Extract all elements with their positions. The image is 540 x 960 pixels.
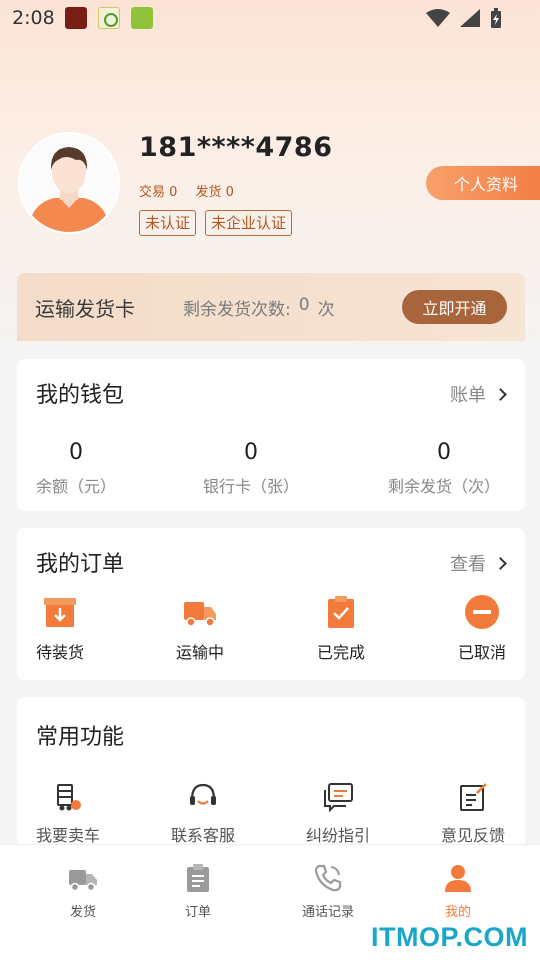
order-cancelled[interactable]: 已取消	[442, 594, 522, 663]
unverified-badge[interactable]: 未认证	[139, 210, 197, 236]
order-pending-load-label: 待装货	[35, 643, 84, 662]
notification-app-icon	[130, 7, 153, 29]
orders-title: 我的订单	[36, 552, 125, 577]
status-indicators	[426, 8, 502, 28]
nav-mine[interactable]: 我的	[413, 863, 503, 920]
features-title: 常用功能	[36, 725, 125, 750]
remaining-shipping-label: 剩余发货（次）	[388, 477, 501, 496]
trade-stat: 交易 0	[139, 181, 177, 200]
clipboard-check-icon	[328, 596, 354, 628]
bill-link[interactable]: 账单	[450, 381, 507, 407]
nav-orders-label: 订单	[184, 905, 211, 920]
profile-info-button[interactable]: 个人资料	[426, 166, 540, 200]
profile-stats: 交易 0 发货 0	[139, 181, 234, 200]
orders-panel: 我的订单 查看 待装货 运输中 已完成 已取消	[17, 528, 525, 680]
feedback-item[interactable]: 意见反馈	[423, 781, 523, 846]
truck-icon	[69, 870, 97, 892]
nav-orders[interactable]: 订单	[153, 863, 243, 920]
remaining-shipments: 剩余发货次数: 0 次	[183, 295, 335, 320]
nav-call-log[interactable]: 通话记录	[283, 863, 373, 920]
chat-bubbles-icon	[324, 783, 353, 813]
ship-label: 发货	[195, 185, 222, 200]
user-avatar-icon	[20, 134, 118, 232]
remaining-shipping-value: 0	[437, 440, 451, 465]
bill-link-label: 账单	[450, 385, 486, 406]
bank-card-item[interactable]: 0 银行卡（张）	[203, 439, 299, 497]
order-in-transit[interactable]: 运输中	[160, 594, 240, 663]
clipboard-icon	[187, 864, 209, 892]
trade-count: 0	[169, 185, 178, 200]
order-completed-label: 已完成	[316, 643, 365, 662]
verification-badges: 未认证 未企业认证	[139, 210, 293, 236]
remaining-unit: 次	[317, 299, 335, 320]
balance-label: 余额（元）	[36, 477, 117, 496]
wallet-panel: 我的钱包 账单 0 余额（元） 0 银行卡（张） 0 剩余发货（次）	[17, 359, 525, 511]
enterprise-unverified-badge[interactable]: 未企业认证	[205, 210, 293, 236]
remaining-label: 剩余发货次数:	[183, 299, 291, 320]
sell-truck-label: 我要卖车	[35, 826, 100, 845]
minus-circle-icon	[465, 595, 499, 629]
balance-item[interactable]: 0 余额（元）	[36, 439, 116, 497]
phone-number: 181****4786	[139, 132, 333, 163]
notification-app-icon	[97, 7, 120, 29]
user-icon	[445, 865, 471, 892]
view-orders-label: 查看	[450, 554, 486, 575]
phone-icon	[314, 864, 342, 892]
wifi-icon	[426, 9, 450, 27]
trade-label: 交易	[139, 185, 166, 200]
headset-icon	[190, 783, 216, 805]
avatar[interactable]	[18, 132, 120, 234]
open-now-button[interactable]: 立即开通	[402, 290, 507, 324]
dispute-guide-label: 纠纷指引	[305, 826, 370, 845]
truck-icon	[184, 602, 216, 627]
nav-ship[interactable]: 发货	[38, 863, 128, 920]
bank-card-label: 银行卡（张）	[203, 477, 300, 496]
remaining-shipping-item[interactable]: 0 剩余发货（次）	[388, 439, 500, 497]
order-completed[interactable]: 已完成	[301, 594, 381, 663]
view-orders-link[interactable]: 查看	[450, 550, 507, 576]
wallet-title: 我的钱包	[36, 383, 125, 408]
nav-call-log-label: 通话记录	[301, 905, 354, 920]
watermark-logo: ITMOP.COM	[370, 922, 528, 952]
ship-stat: 发货 0	[195, 181, 233, 200]
remaining-count: 0	[298, 294, 310, 315]
status-time: 2:08	[12, 7, 55, 29]
ship-count: 0	[225, 185, 234, 200]
shipping-card-bar: 运输发货卡 剩余发货次数: 0 次 立即开通	[17, 273, 525, 341]
sell-truck-item[interactable]: 我要卖车	[18, 781, 118, 846]
box-download-icon	[44, 598, 76, 627]
order-in-transit-label: 运输中	[175, 643, 224, 662]
balance-value: 0	[69, 440, 83, 465]
sell-truck-icon	[57, 784, 81, 811]
nav-ship-label: 发货	[69, 905, 96, 920]
customer-service-item[interactable]: 联系客服	[153, 781, 253, 846]
status-bar: 2:08	[0, 0, 540, 36]
dispute-guide-item[interactable]: 纠纷指引	[288, 781, 388, 846]
order-cancelled-label: 已取消	[457, 643, 506, 662]
feedback-label: 意见反馈	[440, 826, 505, 845]
battery-icon	[491, 8, 501, 28]
nav-mine-label: 我的	[444, 905, 471, 920]
feedback-edit-icon	[460, 783, 487, 811]
customer-service-label: 联系客服	[170, 826, 235, 845]
shipping-card-title: 运输发货卡	[35, 296, 135, 321]
signal-icon	[460, 9, 480, 27]
chevron-right-icon	[494, 556, 507, 570]
bank-card-value: 0	[244, 440, 258, 465]
notification-app-icon	[64, 7, 87, 29]
order-pending-load[interactable]: 待装货	[20, 594, 100, 663]
chevron-right-icon	[494, 387, 507, 401]
